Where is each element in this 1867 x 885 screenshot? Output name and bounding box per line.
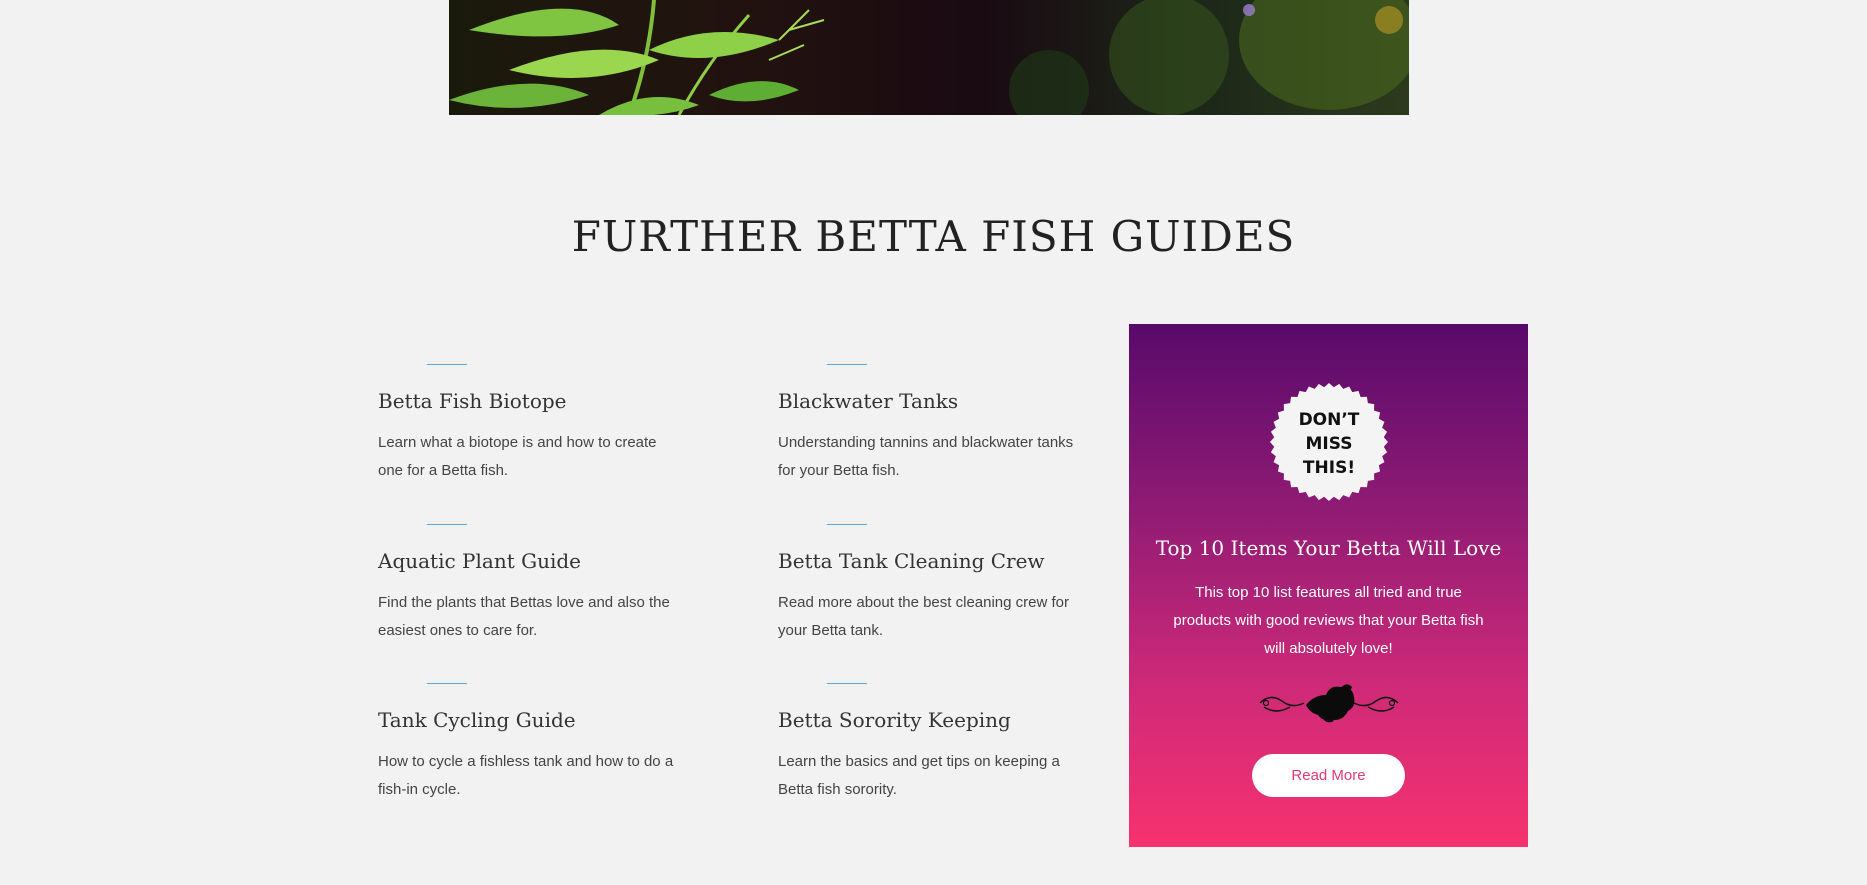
title-accent-rule xyxy=(827,683,867,684)
promo-card: DON’T MISS THIS! Top 10 Items Your Betta… xyxy=(1129,324,1528,847)
guide-description: Learn what a biotope is and how to creat… xyxy=(378,434,657,479)
section-title: FURTHER BETTA FISH GUIDES xyxy=(571,212,1296,261)
guide-item[interactable]: Blackwater Tanks Understanding tannins a… xyxy=(778,364,1098,485)
guide-item[interactable]: Tank Cycling Guide How to cycle a fishle… xyxy=(378,683,698,804)
guide-title[interactable]: Tank Cycling Guide xyxy=(378,708,698,732)
title-accent-rule xyxy=(427,364,467,365)
starburst-badge-icon: DON’T MISS THIS! xyxy=(1269,382,1389,502)
guide-description: How to cycle a fishless tank and how to … xyxy=(378,753,674,798)
guide-item[interactable]: Betta Sorority Keeping Learn the basics … xyxy=(778,683,1098,804)
guide-title[interactable]: Blackwater Tanks xyxy=(778,389,1098,413)
guide-title[interactable]: Betta Sorority Keeping xyxy=(778,708,1098,732)
title-accent-rule xyxy=(427,683,467,684)
guide-description: Find the plants that Bettas love and als… xyxy=(378,594,670,639)
read-more-button[interactable]: Read More xyxy=(1252,754,1405,797)
title-accent-rule xyxy=(427,524,467,525)
guide-title[interactable]: Aquatic Plant Guide xyxy=(378,549,698,573)
guide-item[interactable]: Aquatic Plant Guide Find the plants that… xyxy=(378,524,698,645)
title-accent-rule xyxy=(827,364,867,365)
aquarium-hero-image xyxy=(449,0,1409,115)
guide-description: Learn the basics and get tips on keeping… xyxy=(778,753,1060,798)
promo-title: Top 10 Items Your Betta Will Love xyxy=(1155,536,1502,560)
betta-fish-ornament-icon xyxy=(1256,681,1402,725)
guide-description: Understanding tannins and blackwater tan… xyxy=(778,434,1074,479)
badge-text: DON’T MISS THIS! xyxy=(1298,410,1360,478)
guide-item[interactable]: Betta Tank Cleaning Crew Read more about… xyxy=(778,524,1098,645)
guide-title[interactable]: Betta Fish Biotope xyxy=(378,389,698,413)
guide-item[interactable]: Betta Fish Biotope Learn what a biotope … xyxy=(378,364,698,485)
guide-description: Read more about the best cleaning crew f… xyxy=(778,594,1069,639)
guide-title[interactable]: Betta Tank Cleaning Crew xyxy=(778,549,1098,573)
title-accent-rule xyxy=(827,524,867,525)
promo-description: This top 10 list features all tried and … xyxy=(1173,584,1484,657)
